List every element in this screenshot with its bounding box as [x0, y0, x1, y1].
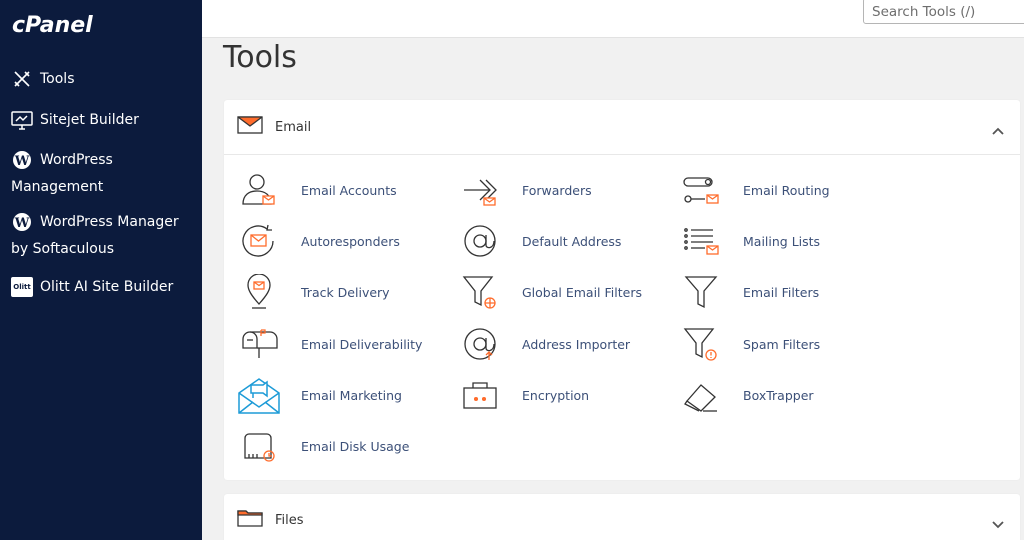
tool-label: Mailing Lists	[743, 233, 821, 249]
chevron-up-icon[interactable]	[992, 120, 1004, 139]
at-sign-import-icon	[458, 324, 502, 364]
tool-email-marketing[interactable]: Email Marketing	[237, 375, 402, 415]
sidebar-item-label: WordPress Manager	[40, 214, 179, 230]
filter-warning-icon	[679, 324, 723, 364]
svg-text:W: W	[14, 154, 30, 169]
sidebar-item-label-line2: Management	[11, 179, 104, 195]
files-section: Files	[224, 494, 1020, 540]
tool-forwarders[interactable]: Forwarders	[458, 170, 592, 210]
email-section: Email Email Accounts Forwarders Email Ro…	[224, 100, 1020, 480]
tool-autoresponders[interactable]: Autoresponders	[237, 221, 400, 261]
forwarders-icon	[458, 170, 502, 210]
envelope-icon	[237, 116, 263, 138]
tool-boxtrapper[interactable]: BoxTrapper	[679, 375, 814, 415]
location-pin-icon	[237, 272, 281, 312]
tool-label: Email Accounts	[301, 182, 397, 198]
tool-email-filters[interactable]: Email Filters	[679, 272, 819, 312]
top-bar: Search Tools (/)	[202, 0, 1024, 38]
sidebar: cPanel Tools Sitejet Builder W WordPress…	[0, 0, 202, 540]
page-title: Tools	[223, 40, 297, 75]
tool-track-delivery[interactable]: Track Delivery	[237, 272, 390, 312]
tool-spam-filters[interactable]: Spam Filters	[679, 324, 820, 364]
olitt-badge: Olitt	[11, 277, 33, 297]
tool-label: Global Email Filters	[522, 284, 642, 300]
disk-usage-icon	[237, 426, 281, 466]
mailing-lists-icon	[679, 221, 723, 261]
email-section-label: Email	[275, 119, 312, 135]
filter-icon	[679, 272, 723, 312]
tool-email-routing[interactable]: Email Routing	[679, 170, 830, 210]
sidebar-item-tools[interactable]: Tools	[0, 68, 202, 90]
mailbox-icon	[237, 324, 281, 364]
tool-label: Encryption	[522, 387, 590, 403]
sidebar-item-wordpress-manager[interactable]: W WordPress Manager by Softaculous	[0, 211, 202, 258]
tool-label: Track Delivery	[301, 284, 390, 300]
sidebar-item-label-line2: by Softaculous	[11, 241, 115, 257]
tool-email-accounts[interactable]: Email Accounts	[237, 170, 397, 210]
sidebar-item-label: Olitt AI Site Builder	[40, 279, 174, 295]
tool-default-address[interactable]: Default Address	[458, 221, 621, 261]
email-marketing-icon	[237, 375, 281, 415]
tool-label: Spam Filters	[743, 336, 821, 352]
tool-address-importer[interactable]: Address Importer	[458, 324, 630, 364]
olitt-icon: Olitt	[11, 276, 33, 298]
svg-text:W: W	[14, 216, 30, 231]
files-section-label: Files	[275, 512, 304, 528]
tool-label: Default Address	[522, 233, 622, 249]
tool-label: Address Importer	[522, 336, 631, 352]
at-sign-icon	[458, 221, 502, 261]
email-section-header[interactable]: Email	[224, 100, 1020, 155]
sidebar-item-sitejet-builder[interactable]: Sitejet Builder	[0, 109, 202, 131]
search-input[interactable]: Search Tools (/)	[863, 0, 1024, 24]
wordpress-icon: W	[11, 149, 33, 171]
tool-encryption[interactable]: Encryption	[458, 375, 589, 415]
tool-mailing-lists[interactable]: Mailing Lists	[679, 221, 820, 261]
monitor-icon	[11, 109, 33, 131]
boxtrapper-icon	[679, 375, 723, 415]
tool-label: Email Filters	[743, 284, 820, 300]
folder-icon	[237, 509, 263, 531]
autoresponders-icon	[237, 221, 281, 261]
tool-label: Email Deliverability	[301, 336, 423, 352]
tools-icon	[11, 68, 33, 90]
sidebar-item-olitt-ai-site-builder[interactable]: Olitt Olitt AI Site Builder	[0, 276, 202, 298]
tool-label: Email Routing	[743, 182, 830, 198]
svg-text:cPanel: cPanel	[12, 13, 93, 38]
filter-globe-icon	[458, 272, 502, 312]
tool-label: Autoresponders	[301, 233, 400, 249]
sidebar-item-wordpress-management[interactable]: W WordPress Management	[0, 149, 202, 196]
email-accounts-icon	[237, 170, 281, 210]
sidebar-item-label: Tools	[40, 71, 75, 87]
email-routing-icon	[679, 170, 723, 210]
tool-label: Email Marketing	[301, 387, 402, 403]
tool-email-deliverability[interactable]: Email Deliverability	[237, 324, 422, 364]
tool-global-email-filters[interactable]: Global Email Filters	[458, 272, 642, 312]
tool-email-disk-usage[interactable]: Email Disk Usage	[237, 426, 409, 466]
chevron-down-icon[interactable]	[992, 514, 1004, 533]
tool-label: Email Disk Usage	[301, 438, 410, 454]
encryption-icon	[458, 375, 502, 415]
wordpress-icon: W	[11, 211, 33, 233]
cpanel-logo[interactable]: cPanel	[12, 10, 118, 42]
files-section-header[interactable]: Files	[224, 494, 1020, 540]
tool-label: Forwarders	[522, 182, 592, 198]
tool-label: BoxTrapper	[743, 387, 814, 403]
sidebar-item-label: WordPress	[40, 152, 113, 168]
sidebar-item-label: Sitejet Builder	[40, 112, 139, 128]
